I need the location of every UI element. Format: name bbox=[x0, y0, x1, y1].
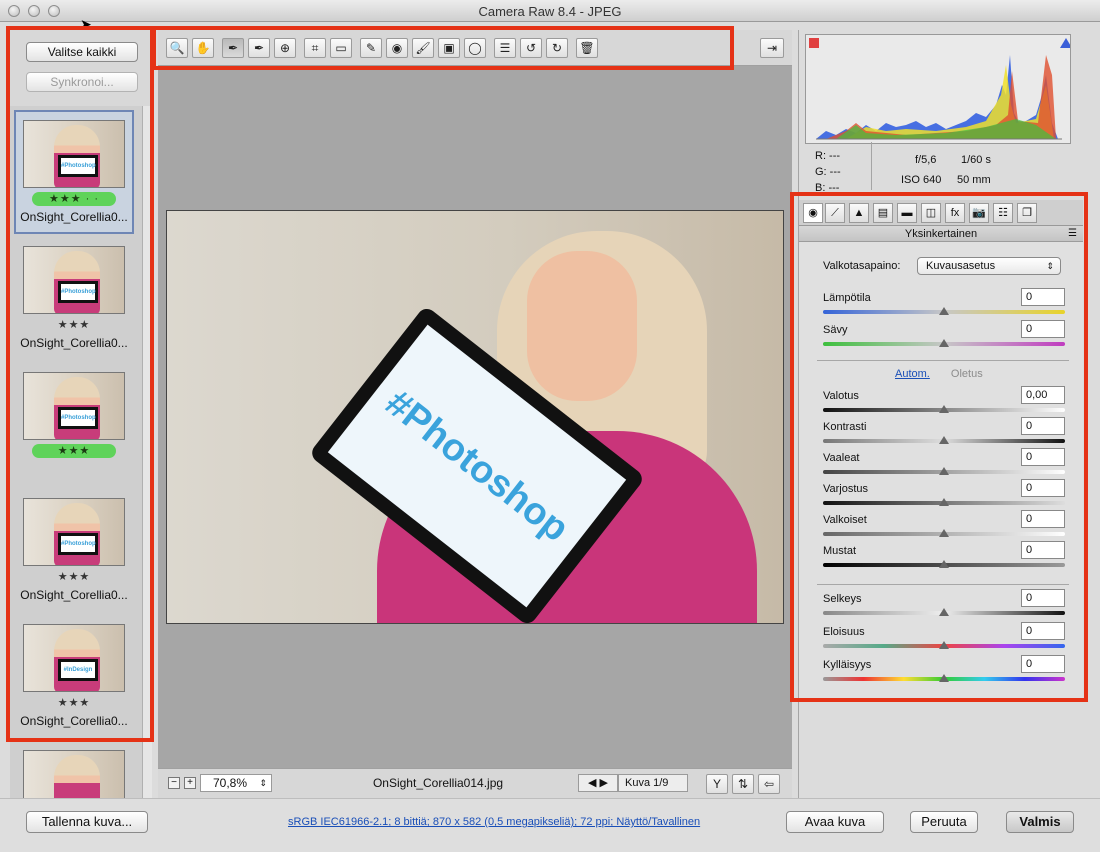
zoom-out-button[interactable]: − bbox=[168, 777, 180, 789]
camera-info: R: --- G: --- B: --- f/5,6 1/60 s ISO 64… bbox=[815, 142, 1085, 194]
image-preview[interactable]: #Photoshop bbox=[166, 210, 784, 624]
open-image-button[interactable]: Avaa kuva bbox=[786, 811, 884, 833]
iso-value: ISO 640 bbox=[901, 174, 942, 186]
filmstrip-item-6[interactable] bbox=[14, 750, 134, 798]
fullscreen-toggle-icon[interactable]: ⇥ bbox=[760, 38, 784, 58]
red-readout: R: --- bbox=[815, 150, 841, 162]
filter-icon[interactable]: Y bbox=[706, 774, 728, 794]
highlight-box-toolbar bbox=[152, 26, 734, 70]
aperture-value: f/5,6 bbox=[915, 154, 937, 166]
cancel-button[interactable]: Peruuta bbox=[910, 811, 978, 833]
compare-icon[interactable]: ⇅ bbox=[732, 774, 754, 794]
green-readout: G: --- bbox=[815, 166, 841, 178]
shutter-value: 1/60 s bbox=[961, 154, 991, 166]
zoom-level-select[interactable]: 70,8% ⇕ bbox=[200, 774, 272, 792]
highlight-clipping-warning-icon[interactable] bbox=[1060, 38, 1071, 48]
image-counter: Kuva 1/9 bbox=[618, 774, 688, 792]
zoom-value: 70,8% bbox=[213, 776, 248, 790]
highlight-box-adjustments bbox=[790, 192, 1088, 702]
chevron-down-icon: ⇕ bbox=[259, 778, 267, 788]
prev-next-image-buttons[interactable]: ◀ ▶ bbox=[578, 774, 618, 792]
swap-icon[interactable]: ⇦ bbox=[758, 774, 780, 794]
shadow-clipping-warning-icon[interactable] bbox=[809, 38, 819, 48]
title-bar: Camera Raw 8.4 - JPEG bbox=[0, 0, 1100, 22]
focal-length-value: 50 mm bbox=[957, 174, 991, 186]
thumbnail-image bbox=[23, 750, 125, 798]
save-image-button[interactable]: Tallenna kuva... bbox=[26, 811, 148, 833]
zoom-in-button[interactable]: + bbox=[184, 777, 196, 789]
preview-statusbar: − + 70,8% ⇕ OnSight_Corellia014.jpg ◀ ▶ K… bbox=[158, 768, 792, 798]
highlight-box-filmstrip bbox=[6, 26, 154, 742]
window-title: Camera Raw 8.4 - JPEG bbox=[478, 4, 622, 19]
current-filename: OnSight_Corellia014.jpg bbox=[372, 776, 504, 790]
done-button[interactable]: Valmis bbox=[1006, 811, 1074, 833]
preview-area: 🔍 ✋ ✒ ✒ ⊕ ⌗ ▭ ✎ ◉ 🖌 ▣ ◯ ☰ ↺ ↻ 🗑 ⇥ #Photo… bbox=[158, 30, 792, 798]
workflow-options-link[interactable]: sRGB IEC61966-2.1; 8 bittiä; 870 x 582 (… bbox=[288, 816, 700, 828]
bottom-bar: Tallenna kuva... sRGB IEC61966-2.1; 8 bi… bbox=[0, 798, 1100, 852]
histogram bbox=[805, 34, 1071, 144]
